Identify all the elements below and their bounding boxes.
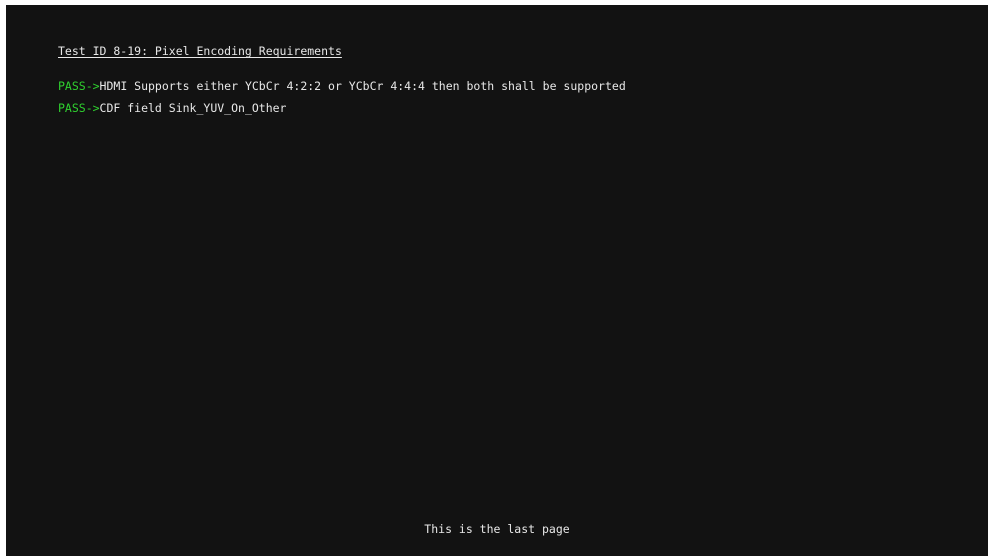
pass-status: PASS-> (58, 79, 100, 93)
test-report-screen: Test ID 8-19: Pixel Encoding Requirement… (6, 5, 988, 556)
result-text: CDF field Sink_YUV_On_Other (99, 101, 287, 115)
result-text: HDMI Supports either YCbCr 4:2:2 or YCbC… (99, 79, 626, 93)
pass-status: PASS-> (58, 101, 100, 115)
result-line: PASS->HDMI Supports either YCbCr 4:2:2 o… (58, 79, 626, 93)
result-line: PASS->CDF field Sink_YUV_On_Other (58, 101, 286, 115)
test-title: Test ID 8-19: Pixel Encoding Requirement… (58, 44, 342, 58)
last-page-notice: This is the last page (424, 522, 570, 536)
